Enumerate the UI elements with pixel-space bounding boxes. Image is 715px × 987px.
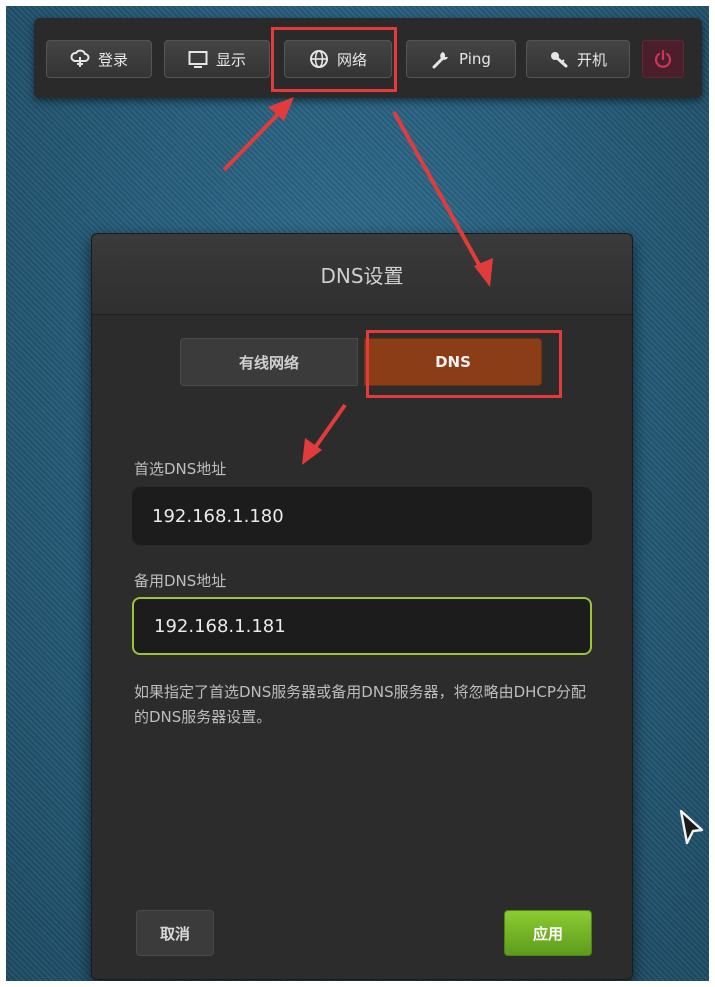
secondary-dns-label: 备用DNS地址: [134, 572, 227, 590]
primary-dns-input[interactable]: 192.168.1.180: [132, 487, 592, 545]
primary-dns-value: 192.168.1.180: [152, 505, 284, 527]
dns-tab-highlight-box: [366, 330, 562, 398]
power-on-button[interactable]: 开机: [526, 40, 630, 78]
display-button[interactable]: 显示: [164, 40, 270, 78]
apply-label: 应用: [532, 924, 563, 943]
primary-dns-label: 首选DNS地址: [134, 460, 227, 478]
monitor-icon: [188, 51, 208, 68]
dns-hint-text: 如果指定了首选DNS服务器或备用DNS服务器，将忽略由DHCP分配的DNS服务器…: [134, 683, 586, 726]
display-label: 显示: [215, 50, 246, 69]
login-button[interactable]: 登录: [46, 40, 152, 78]
shutdown-button[interactable]: [642, 40, 684, 78]
cancel-label: 取消: [159, 924, 190, 943]
mouse-cursor-icon: [679, 809, 704, 845]
tab-wired-label: 有线网络: [238, 353, 299, 372]
wrench-icon: [432, 52, 449, 69]
tab-wired-network[interactable]: 有线网络: [180, 338, 358, 386]
secondary-dns-value: 192.168.1.181: [154, 615, 286, 637]
power-on-label: 开机: [576, 50, 607, 69]
cloud-icon: [70, 49, 90, 67]
dialog-title: DNS设置: [320, 263, 404, 288]
power-icon: [654, 49, 672, 68]
key-icon: [550, 52, 568, 68]
cancel-button[interactable]: 取消: [136, 910, 214, 956]
desktop-background: 登录 显示 网络 Ping 开机 DNS设置 有线网络 DNS 首选DNS地址 …: [6, 6, 709, 981]
ping-label: Ping: [459, 50, 491, 68]
secondary-dns-input[interactable]: 192.168.1.181: [132, 597, 592, 655]
dialog-header: DNS设置: [92, 234, 632, 315]
login-label: 登录: [97, 50, 128, 69]
ping-button[interactable]: Ping: [406, 40, 516, 78]
network-highlight-box: [271, 27, 397, 92]
apply-button[interactable]: 应用: [504, 910, 592, 956]
